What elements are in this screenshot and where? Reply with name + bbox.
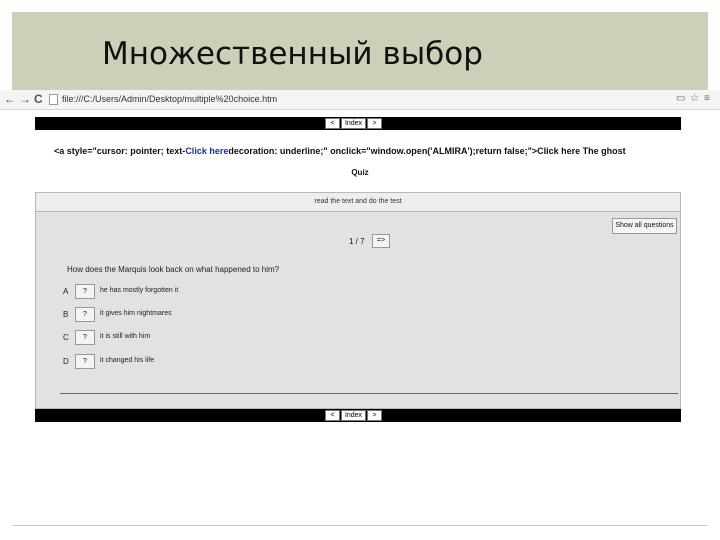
option-text: he has mostly forgotten it bbox=[100, 287, 179, 294]
next-page-button[interactable]: > bbox=[367, 118, 382, 129]
question-text: How does the Marquis look back on what h… bbox=[67, 265, 280, 274]
option-letter: A bbox=[63, 287, 69, 296]
star-icon[interactable]: ☆ bbox=[690, 93, 699, 104]
option-text: it changed his life bbox=[100, 357, 155, 364]
code-part-1: <a style="cursor: pointer; text- bbox=[54, 146, 186, 156]
slide-title-bar: Множественный выбор bbox=[12, 12, 708, 90]
browser-toolbar: ← → C file:///C:/Users/Admin/Desktop/mul… bbox=[0, 90, 720, 110]
reload-icon[interactable]: C bbox=[34, 92, 43, 106]
prev-page-button[interactable]: < bbox=[325, 118, 340, 129]
quiz-nav-bottom: < Index > bbox=[35, 409, 681, 422]
back-arrow-icon[interactable]: ← bbox=[4, 92, 16, 106]
index-button[interactable]: Index bbox=[341, 118, 366, 129]
click-here-ghost-link[interactable]: Click here The ghost bbox=[537, 146, 626, 156]
option-text: it gives him nightmares bbox=[100, 310, 172, 317]
click-here-link[interactable]: Click here bbox=[185, 146, 228, 156]
slide-bottom-divider bbox=[12, 525, 708, 526]
question-counter: 1 / 7 bbox=[349, 237, 365, 246]
next-page-button-bottom[interactable]: > bbox=[367, 410, 382, 421]
code-line: <a style="cursor: pointer; text-Click he… bbox=[54, 146, 626, 156]
option-d-button[interactable]: ? bbox=[75, 354, 95, 369]
option-letter: D bbox=[63, 357, 69, 366]
prev-page-button-bottom[interactable]: < bbox=[325, 410, 340, 421]
option-c-button[interactable]: ? bbox=[75, 330, 95, 345]
option-a-button[interactable]: ? bbox=[75, 284, 95, 299]
divider bbox=[60, 393, 678, 394]
next-question-button[interactable]: => bbox=[372, 234, 390, 248]
quiz-nav-top: < Index > bbox=[35, 117, 681, 130]
option-text: it is still with him bbox=[100, 333, 151, 340]
quiz-panel: read the text and do the test Show all q… bbox=[35, 192, 681, 409]
show-all-questions-button[interactable]: Show all questions bbox=[612, 218, 677, 234]
index-button-bottom[interactable]: Index bbox=[341, 410, 366, 421]
code-part-2: decoration: underline;" onclick="window.… bbox=[228, 146, 538, 156]
forward-arrow-icon[interactable]: → bbox=[19, 92, 31, 106]
slide-title: Множественный выбор bbox=[102, 36, 483, 72]
quiz-instruction: read the text and do the test bbox=[36, 193, 680, 212]
quiz-heading: Quiz bbox=[351, 168, 369, 177]
address-bar-url[interactable]: file:///C:/Users/Admin/Desktop/multiple%… bbox=[62, 94, 277, 104]
option-letter: C bbox=[63, 333, 69, 342]
menu-icon[interactable]: ≡ bbox=[704, 93, 710, 104]
option-b-button[interactable]: ? bbox=[75, 307, 95, 322]
page-action-icon[interactable]: ▭ bbox=[676, 93, 685, 104]
option-letter: B bbox=[63, 310, 69, 319]
page-icon bbox=[49, 94, 58, 105]
